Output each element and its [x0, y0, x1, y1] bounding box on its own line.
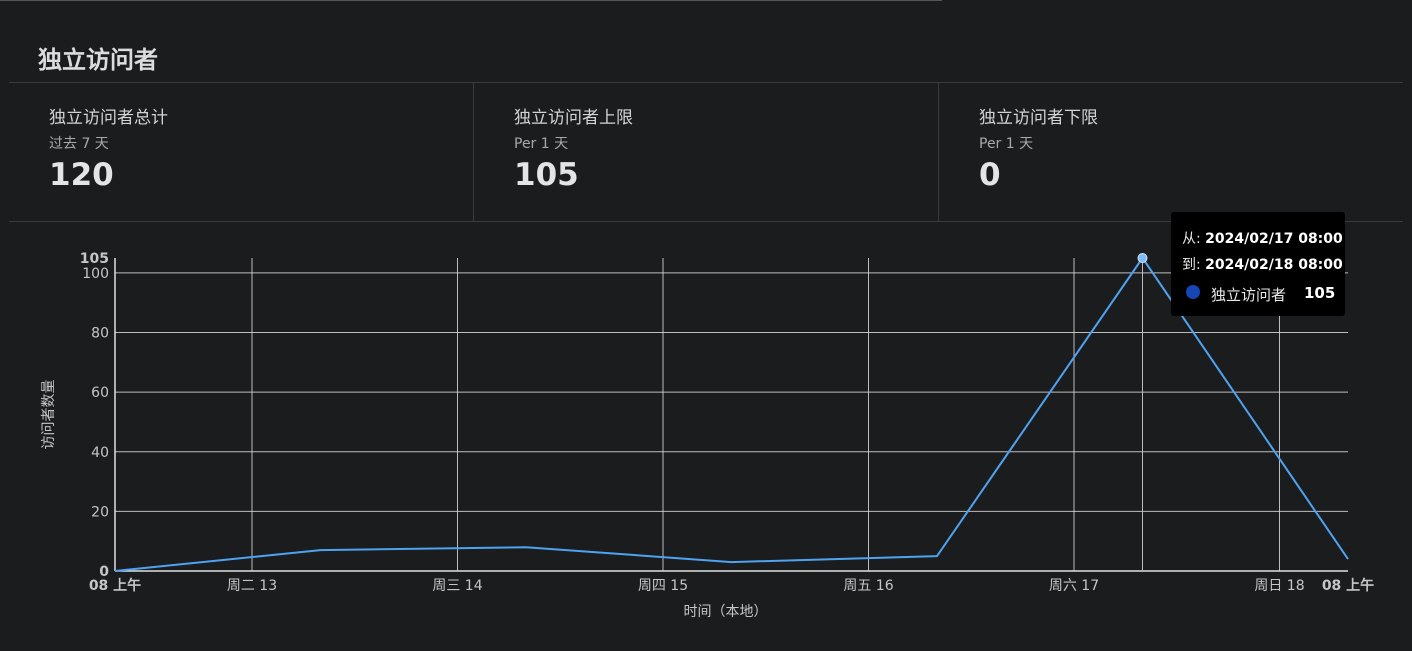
stat-value: 120 — [49, 157, 114, 193]
y-tick-label: 100 — [82, 266, 109, 282]
tooltip-series-name: 独立访问者 — [1211, 286, 1287, 304]
x-tick-label: 周三 14 — [432, 578, 482, 594]
y-tick-label: 20 — [91, 504, 109, 520]
series-line — [114, 257, 1349, 572]
tooltip-from-value: 2024/02/17 08:00 — [1205, 231, 1343, 247]
stat-max: 独立访问者上限 Per 1 天 105 — [474, 83, 939, 221]
tooltip-to-label: 到: — [1182, 257, 1201, 273]
x-tick-label: 周二 13 — [227, 578, 277, 594]
y-axis-title: 访问者数量 — [41, 380, 57, 450]
stat-sublabel: Per 1 天 — [979, 136, 1034, 152]
chart-tooltip: 从: 2024/02/17 08:00 到: 2024/02/18 08:00 … — [1171, 212, 1345, 316]
x-tick-label: 周五 16 — [843, 578, 893, 594]
y-tick-label: 80 — [91, 326, 109, 342]
tooltip-series-color-dot — [1186, 285, 1200, 299]
x-tick-label: 周日 18 — [1254, 578, 1304, 594]
stat-min: 独立访问者下限 Per 1 天 0 — [939, 83, 1403, 221]
stats-row: 独立访问者总计 过去 7 天 120 独立访问者上限 Per 1 天 105 独… — [9, 82, 1403, 222]
stat-value: 105 — [514, 157, 579, 193]
stat-sublabel: 过去 7 天 — [49, 136, 109, 152]
x-tick-label: 08 上午 — [1322, 577, 1374, 594]
y-tick-label: 105 — [80, 251, 109, 267]
panel-title: 独立访问者 — [38, 46, 158, 74]
stat-sublabel: Per 1 天 — [514, 136, 569, 152]
tooltip-from-label: 从: — [1182, 231, 1201, 247]
x-tick-label: 08 上午 — [89, 577, 141, 594]
top-divider — [0, 0, 942, 1]
x-tick-label: 周四 15 — [638, 578, 688, 594]
stat-label: 独立访问者总计 — [49, 108, 168, 128]
stat-value: 0 — [979, 157, 1001, 193]
tooltip-to-value: 2024/02/18 08:00 — [1205, 257, 1343, 273]
stat-label: 独立访问者上限 — [514, 108, 633, 128]
x-axis-title: 时间（本地） — [684, 604, 768, 620]
y-tick-label: 60 — [91, 385, 109, 401]
stat-total: 独立访问者总计 过去 7 天 120 — [9, 83, 474, 221]
highlight-point — [1137, 253, 1148, 263]
tooltip-to-row: 到: 2024/02/18 08:00 — [1182, 254, 1343, 274]
tooltip-from-row: 从: 2024/02/17 08:00 — [1182, 228, 1343, 248]
x-tick-label: 周六 17 — [1049, 578, 1099, 594]
tooltip-series-value: 105 — [1304, 284, 1336, 302]
y-tick-label: 40 — [91, 445, 109, 461]
stat-label: 独立访问者下限 — [979, 108, 1098, 128]
